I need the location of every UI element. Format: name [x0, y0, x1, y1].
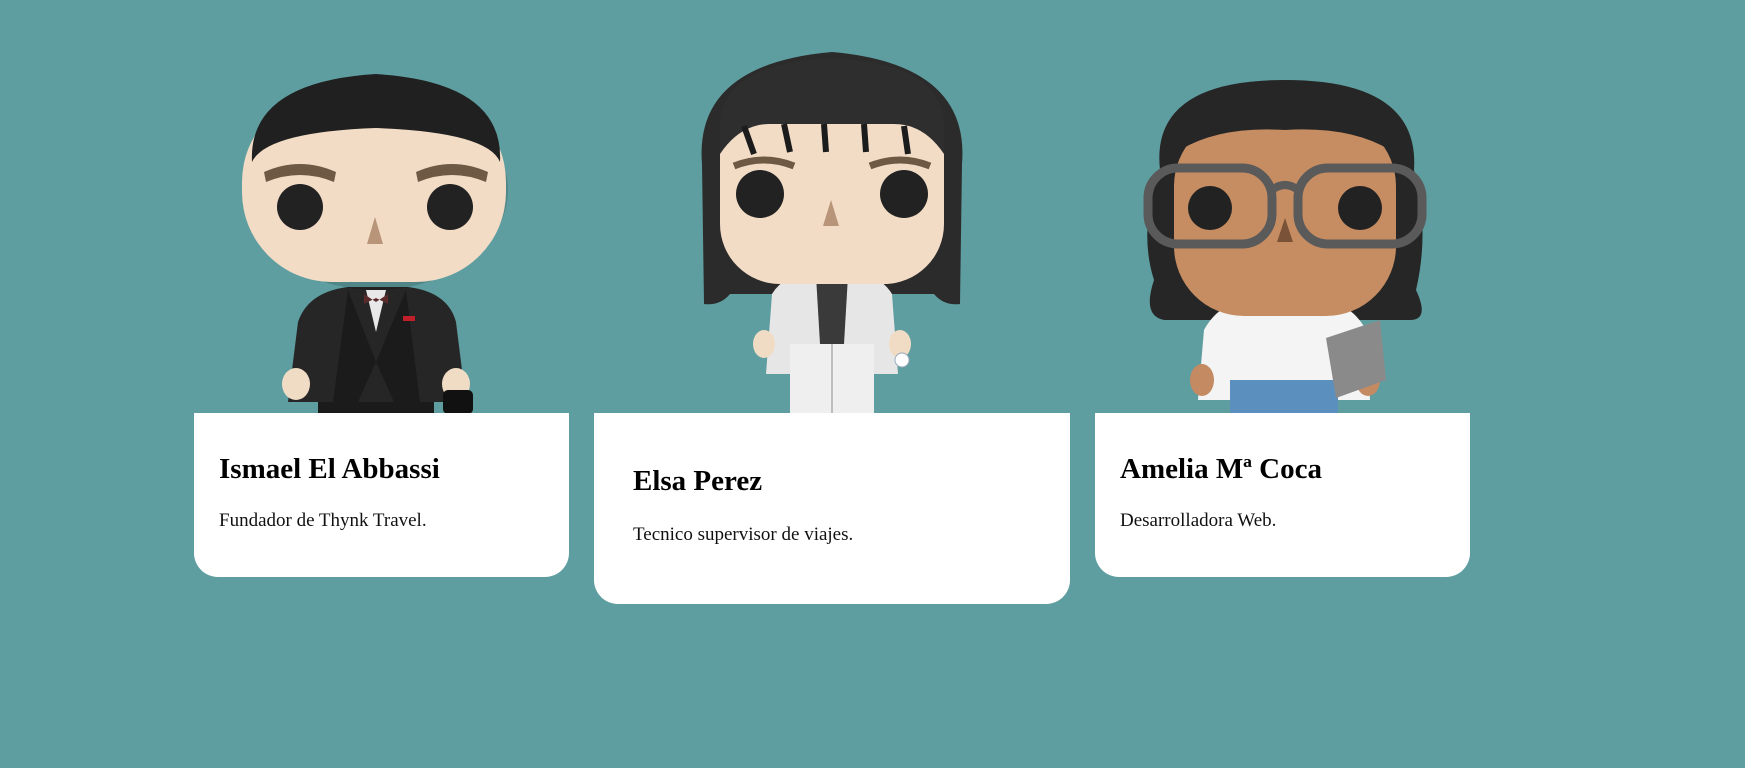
team-member-info: Elsa Perez Tecnico supervisor de viajes. [594, 413, 1070, 604]
team-member-name: Ismael El Abbassi [219, 453, 440, 485]
team-member-info: Ismael El Abbassi Fundador de Thynk Trav… [194, 413, 569, 577]
team-member-role: Fundador de Thynk Travel. [219, 510, 427, 531]
team-member-role: Desarrolladora Web. [1120, 510, 1277, 531]
funko-figure-bangs-avatar [701, 52, 963, 426]
funko-figure-glasses-avatar [1143, 80, 1427, 426]
funko-figure-suit-avatar [242, 74, 508, 426]
team-member-name: Amelia Mª Coca [1120, 453, 1322, 485]
team-member-name: Elsa Perez [633, 465, 763, 497]
team-member-role: Tecnico supervisor de viajes. [633, 524, 854, 545]
team-member-info: Amelia Mª Coca Desarrolladora Web. [1095, 413, 1470, 577]
team-section: Ismael El Abbassi Fundador de Thynk Trav… [0, 0, 1745, 768]
